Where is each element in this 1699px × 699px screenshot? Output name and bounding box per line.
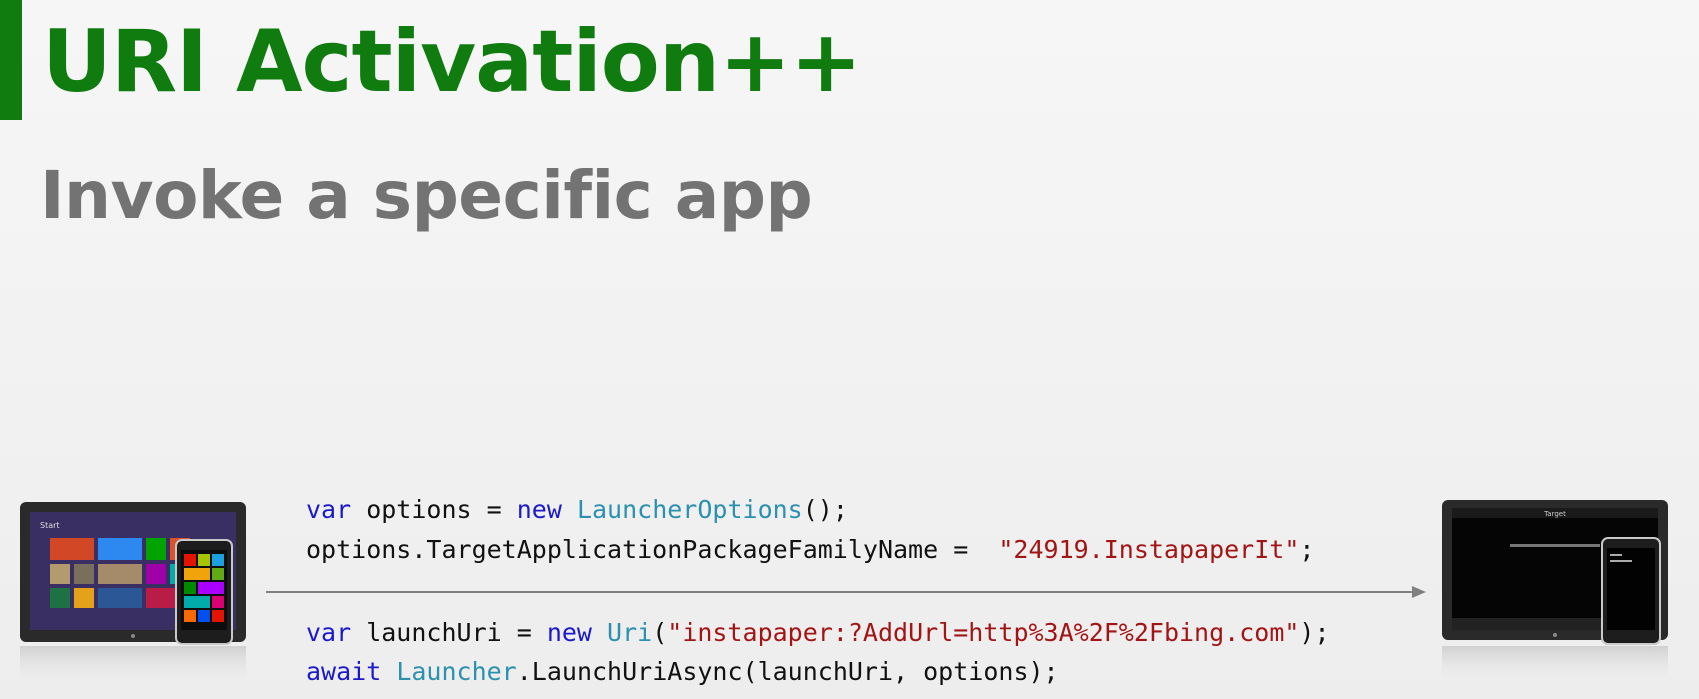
code-type: Uri xyxy=(607,618,653,647)
flow-arrow-icon xyxy=(266,586,1426,598)
target-screen-title: Target xyxy=(1543,510,1566,518)
slide-title: URI Activation++ xyxy=(42,12,862,112)
code-keyword: var xyxy=(306,618,352,647)
code-keyword: new xyxy=(546,618,592,647)
code-string: "24919.InstapaperIt" xyxy=(998,535,1300,564)
code-type: Launcher xyxy=(396,657,517,686)
target-devices-icon: Target xyxy=(1442,500,1668,684)
code-line-package-family-name: options.TargetApplicationPackageFamilyNa… xyxy=(306,535,1314,565)
code-keyword: new xyxy=(516,495,562,524)
code-keyword: var xyxy=(306,495,352,524)
code-line-launch-uri: var launchUri = new Uri("instapaper:?Add… xyxy=(306,618,1330,648)
svg-text:Start: Start xyxy=(40,521,60,530)
code-punctuation: ( xyxy=(652,618,668,647)
code-keyword: await xyxy=(306,657,382,686)
code-punctuation: (); xyxy=(802,495,848,524)
code-punctuation: ); xyxy=(1299,618,1330,647)
source-devices-icon: Start xyxy=(20,502,246,686)
code-identifier: .LaunchUriAsync(launchUri, options); xyxy=(516,657,1059,686)
code-identifier: launchUri = xyxy=(351,618,547,647)
slide-subtitle: Invoke a specific app xyxy=(40,157,813,234)
code-type: LauncherOptions xyxy=(576,495,803,524)
title-accent-bar xyxy=(0,0,22,120)
code-identifier: options.TargetApplicationPackageFamilyNa… xyxy=(306,535,999,564)
code-string: "instapaper:?AddUrl=http%3A%2F%2Fbing.co… xyxy=(667,618,1300,647)
code-identifier: options = xyxy=(351,495,517,524)
code-line-options-declaration: var options = new LauncherOptions(); xyxy=(306,495,848,525)
code-line-launch-call: await Launcher.LaunchUriAsync(launchUri,… xyxy=(306,657,1059,687)
code-punctuation: ; xyxy=(1299,535,1315,564)
